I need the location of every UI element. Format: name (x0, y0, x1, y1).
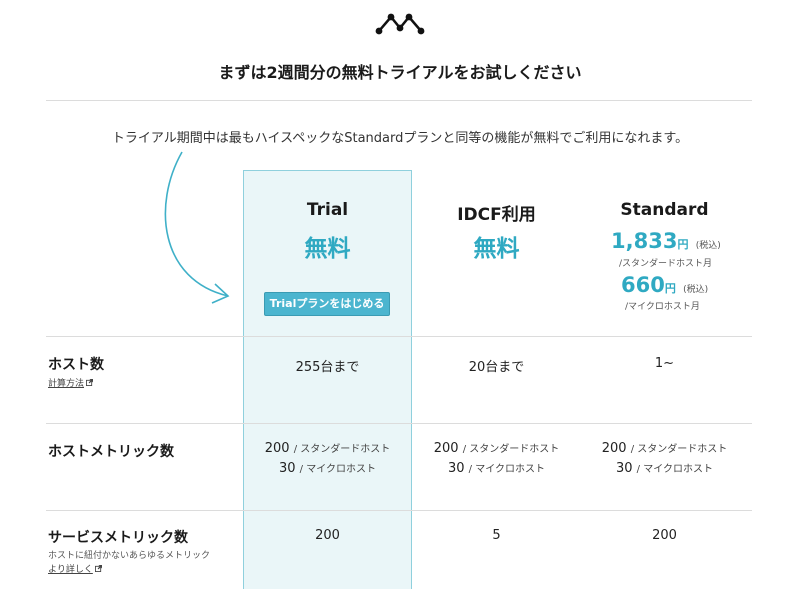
standard-price-host-note: /スタンダードホスト月 (619, 259, 713, 269)
mackerel-logo-icon (375, 13, 425, 35)
host-count-idcf: 20台まで (468, 360, 525, 375)
standard-price-host: 1,833円 (税込) (611, 229, 721, 253)
standard-price-micro: 660円 (税込) (621, 273, 708, 297)
title-divider (46, 100, 752, 101)
external-link-icon (86, 379, 94, 386)
start-trial-button[interactable]: Trialプランをはじめる (264, 292, 390, 316)
host-metrics-trial-micro: 30 / マイクロホスト (243, 460, 412, 476)
row-divider (46, 423, 752, 424)
value: 30 (615, 461, 633, 476)
standard-price-host-tax: (税込) (695, 241, 721, 251)
host-count-standard: 1~ (654, 356, 675, 371)
host-metrics-standard: 200 / スタンダードホスト 30 / マイクロホスト (580, 440, 749, 476)
external-link-icon (94, 565, 102, 572)
plan-name-idcf: IDCF利用 (457, 205, 536, 225)
host-metrics-idcf-micro: 30 / マイクロホスト (412, 460, 581, 476)
calc-method-link[interactable]: 計算方法 (48, 376, 94, 389)
row-title-host-metrics: ホストメトリック数 (48, 444, 174, 460)
service-metrics-subtitle: ホストに紐付かないあらゆるメトリック (48, 551, 211, 561)
row-title-host-count: ホスト数 (48, 357, 104, 373)
service-metrics-idcf: 5 (492, 528, 501, 543)
row-divider (46, 510, 752, 511)
unit: / スタンダードホスト (630, 444, 728, 455)
value: 200 (433, 441, 459, 456)
more-details-link[interactable]: より詳しく (48, 562, 102, 575)
intro-text: トライアル期間中は最もハイスペックなStandardプランと同等の機能が無料でご… (111, 131, 689, 146)
more-details-link-label: より詳しく (48, 565, 93, 575)
host-metrics-standard-micro: 30 / マイクロホスト (580, 460, 749, 476)
plan-price-idcf: 無料 (473, 236, 520, 262)
standard-price-micro-note: /マイクロホスト月 (625, 302, 700, 312)
value: 200 (264, 441, 290, 456)
value: 30 (447, 461, 465, 476)
standard-price-micro-unit: 円 (664, 282, 676, 295)
plan-price-trial: 無料 (304, 236, 351, 262)
unit: / マイクロホスト (299, 464, 377, 475)
plan-name-trial: Trial (306, 200, 349, 220)
host-metrics-idcf: 200 / スタンダードホスト 30 / マイクロホスト (412, 440, 581, 476)
calc-method-link-label: 計算方法 (48, 379, 85, 389)
unit: / スタンダードホスト (462, 444, 560, 455)
service-metrics-standard: 200 (652, 528, 677, 543)
row-divider (46, 336, 752, 337)
host-metrics-standard-standard: 200 / スタンダードホスト (580, 440, 749, 456)
page-title: まずは2週間分の無料トライアルをお試しください (218, 63, 582, 82)
standard-price-micro-amount: 660 (621, 273, 665, 297)
standard-price-host-amount: 1,833 (611, 229, 678, 253)
standard-price-micro-tax: (税込) (683, 285, 709, 295)
plan-name-standard: Standard (620, 200, 709, 220)
unit: / スタンダードホスト (293, 444, 391, 455)
value: 30 (278, 461, 296, 476)
host-count-trial: 255台まで (295, 360, 360, 375)
curved-arrow-icon (164, 151, 230, 304)
unit: / マイクロホスト (468, 464, 546, 475)
value: 200 (601, 441, 627, 456)
host-metrics-trial-standard: 200 / スタンダードホスト (243, 440, 412, 456)
service-metrics-trial: 200 (315, 528, 340, 543)
unit: / マイクロホスト (636, 464, 714, 475)
host-metrics-idcf-standard: 200 / スタンダードホスト (412, 440, 581, 456)
row-title-service-metrics: サービスメトリック数 (48, 530, 188, 546)
host-metrics-trial: 200 / スタンダードホスト 30 / マイクロホスト (243, 440, 412, 476)
standard-price-host-unit: 円 (677, 238, 689, 251)
